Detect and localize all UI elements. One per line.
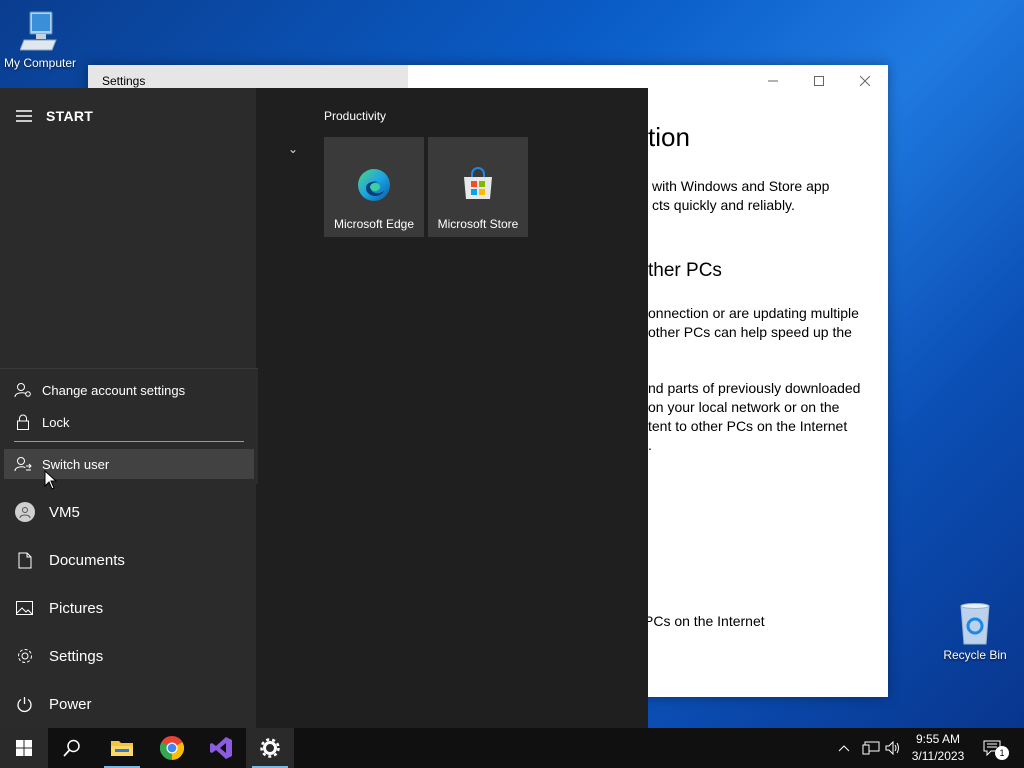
nav-label: Settings <box>49 647 104 665</box>
clock-date: 3/11/2023 <box>911 749 965 763</box>
close-icon <box>860 76 870 86</box>
chevron-down-icon[interactable]: ⌄ <box>288 142 298 156</box>
section-heading: ther PCs <box>648 260 722 281</box>
flyout-label: Change account settings <box>42 382 186 398</box>
nav-pictures[interactable]: Pictures <box>0 584 256 632</box>
description-text: cts quickly and reliably. <box>652 197 795 213</box>
desktop-icon-label: Recycle Bin <box>943 648 1007 662</box>
power-icon <box>17 696 32 712</box>
description-text: nd parts of previously downloaded <box>648 380 861 396</box>
user-icon <box>19 507 30 518</box>
tile-label: Microsoft Store <box>437 217 519 231</box>
store-icon <box>464 167 492 199</box>
switch-user-icon <box>14 457 32 472</box>
action-center-button[interactable]: 1 <box>983 728 1009 768</box>
windows-logo-icon <box>16 740 32 756</box>
start-button[interactable] <box>0 728 48 768</box>
folder-icon <box>111 741 133 756</box>
minimize-button[interactable] <box>750 65 796 97</box>
lock-button[interactable]: Lock <box>4 407 254 437</box>
hamburger-icon[interactable] <box>16 110 32 122</box>
page-title: tion <box>648 122 690 152</box>
flyout-label: Lock <box>42 414 70 430</box>
description-text: onnection or are updating multiple <box>648 305 859 321</box>
nav-label: Pictures <box>49 599 104 617</box>
description-text: other PCs can help speed up the <box>648 324 852 340</box>
tile-microsoft-edge[interactable]: Microsoft Edge <box>324 137 424 237</box>
description-text: tent to other PCs on the Internet <box>648 418 848 434</box>
taskbar-visual-studio[interactable] <box>197 728 245 768</box>
mouse-cursor-icon <box>44 470 58 490</box>
chevron-up-icon <box>838 745 850 752</box>
recycle-bin-icon <box>960 603 990 645</box>
description-text: with Windows and Store app <box>652 178 830 194</box>
gear-icon <box>17 649 32 663</box>
start-menu: START VM5 Documents Pictures Settings Po… <box>0 88 648 728</box>
nav-label: Power <box>49 695 92 713</box>
search-button[interactable] <box>48 728 96 768</box>
nav-user-account[interactable]: VM5 <box>0 488 256 536</box>
nav-settings[interactable]: Settings <box>0 632 256 680</box>
search-icon <box>63 739 80 757</box>
taskbar-chrome[interactable] <box>148 728 196 768</box>
window-title: Settings <box>102 74 146 88</box>
volume-icon <box>885 741 899 755</box>
clock-time: 9:55 AM <box>915 732 961 746</box>
document-icon <box>18 552 31 568</box>
computer-icon <box>20 11 57 51</box>
maximize-icon <box>814 76 824 86</box>
tile-group-title[interactable]: Productivity <box>324 109 386 123</box>
change-account-settings-button[interactable]: Change account settings <box>4 375 254 405</box>
nav-label: Documents <box>49 551 125 569</box>
minimize-icon <box>768 80 778 82</box>
maximize-button[interactable] <box>796 65 842 97</box>
taskbar: 9:55 AM 3/11/2023 1 <box>0 728 1024 768</box>
network-icon <box>862 741 880 755</box>
desktop-icon-label: My Computer <box>3 56 77 70</box>
description-text: on your local network or on the <box>648 399 840 415</box>
pictures-icon <box>16 601 33 615</box>
notification-count-badge: 1 <box>995 746 1009 760</box>
desktop-icon-my-computer[interactable]: My Computer <box>0 10 80 70</box>
chrome-icon <box>160 736 184 760</box>
volume-icon-button[interactable] <box>885 728 901 768</box>
start-header[interactable]: START <box>16 108 93 124</box>
network-icon-button[interactable] <box>862 728 880 768</box>
start-label: START <box>46 108 94 124</box>
lock-icon <box>17 414 29 430</box>
tile-label: Microsoft Edge <box>333 217 415 231</box>
nav-documents[interactable]: Documents <box>0 536 256 584</box>
close-button[interactable] <box>842 65 888 97</box>
radio-option-label[interactable]: PCs on the Internet <box>644 612 765 631</box>
show-hidden-icons-button[interactable] <box>838 728 850 768</box>
desktop-icon-recycle-bin[interactable]: Recycle Bin <box>935 602 1015 662</box>
switch-user-button[interactable]: Switch user <box>4 449 254 479</box>
taskbar-settings[interactable] <box>246 728 294 768</box>
nav-power[interactable]: Power <box>0 680 256 728</box>
user-name: VM5 <box>49 503 80 521</box>
taskbar-file-explorer[interactable] <box>98 728 146 768</box>
account-flyout: Change account settings Lock Switch user <box>0 368 258 484</box>
avatar <box>14 502 35 522</box>
clock[interactable]: 9:55 AM 3/11/2023 <box>906 731 970 765</box>
edge-icon <box>358 169 390 201</box>
divider <box>14 441 244 442</box>
description-text: . <box>648 437 652 453</box>
gear-icon <box>260 738 280 758</box>
tile-microsoft-store[interactable]: Microsoft Store <box>428 137 528 237</box>
visual-studio-icon <box>210 737 232 759</box>
user-settings-icon <box>14 383 31 398</box>
